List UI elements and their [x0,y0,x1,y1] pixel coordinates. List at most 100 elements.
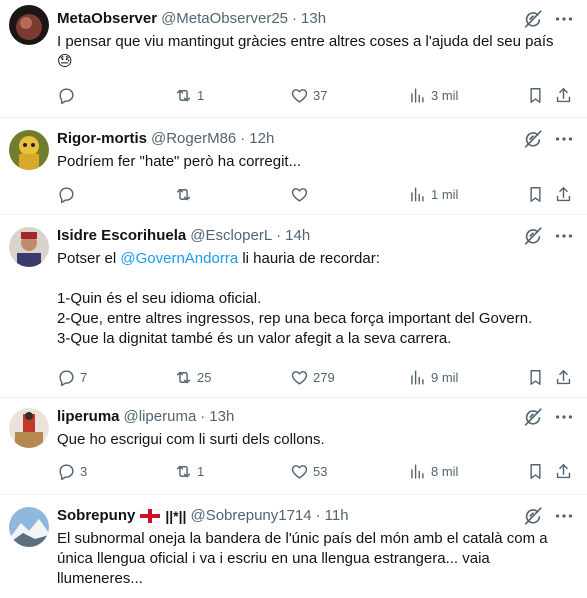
author-name[interactable]: Sobrepuny [57,505,135,527]
like-icon [290,462,309,481]
more-icon[interactable] [553,128,575,150]
share-icon [554,86,573,105]
grok-icon[interactable] [522,8,544,30]
avatar[interactable] [9,408,49,448]
tweet-text: Potser el @GovernAndorra li hauria de re… [57,250,533,347]
views-button[interactable]: 9 mil [408,367,458,387]
reply-icon [57,86,76,105]
share-icon [554,368,573,387]
views-icon [408,368,427,387]
views-icon [408,462,427,481]
separator: · [240,130,246,147]
england-flag-icon [140,509,161,523]
views-button[interactable]: 8 mil [408,461,458,481]
views-icon [408,185,427,204]
tweet-header: Sobrepuny ||*|| @Sobrepuny1714 · 11h [57,505,575,527]
repost-icon [174,368,193,387]
grok-icon[interactable] [522,406,544,428]
bookmark-button[interactable] [526,184,545,204]
repost-button[interactable]: 1 [174,85,204,105]
avatar[interactable] [9,227,49,267]
separator: · [292,10,298,27]
emoji: 😓 [57,53,73,70]
avatar[interactable] [9,130,49,170]
grok-icon[interactable] [522,505,544,527]
repost-button[interactable]: 1 [174,461,204,481]
share-button[interactable] [554,367,573,387]
timestamp[interactable]: 13h [301,8,326,30]
bookmark-icon [526,462,545,481]
author-handle[interactable]: @EscloperL [190,225,272,247]
repost-button[interactable] [174,184,197,204]
avatar[interactable] [9,507,49,547]
tweet[interactable]: Rigor-mortis @RogerM86 · 12h Podríem fer… [0,118,587,215]
reply-button[interactable] [57,184,80,204]
like-button[interactable]: 53 [290,461,327,481]
author-handle[interactable]: @Sobrepuny1714 [190,505,311,527]
name-suffix: ||*|| [165,508,187,524]
repost-button[interactable]: 25 [174,367,211,387]
bookmark-icon [526,368,545,387]
tweet-header: Isidre Escorihuela @EscloperL · 14h [57,225,575,247]
timestamp[interactable]: 11h [325,505,349,527]
tweet[interactable]: liperuma @liperuma · 13h Que ho escrigui… [0,398,587,495]
mention-link[interactable]: @GovernAndorra [120,250,238,267]
repost-icon [174,185,193,204]
reply-icon [57,185,76,204]
separator: · [200,408,206,425]
grok-icon[interactable] [522,225,544,247]
author-handle[interactable]: @MetaObserver25 [161,8,288,30]
more-icon[interactable] [553,8,575,30]
tweet-text: Que ho escrigui com li surti dels collon… [57,431,325,448]
separator: · [315,507,321,524]
reply-button[interactable] [57,85,80,105]
author-name[interactable]: MetaObserver [57,8,157,30]
tweet-header: Rigor-mortis @RogerM86 · 12h [57,128,575,150]
tweet-text: I pensar que viu mantingut gràcies entre… [57,33,554,70]
like-button[interactable] [290,184,313,204]
timestamp[interactable]: 12h [249,128,274,150]
views-button[interactable]: 3 mil [408,85,458,105]
like-icon [290,86,309,105]
reply-button[interactable]: 7 [57,367,87,387]
views-icon [408,86,427,105]
author-name[interactable]: Rigor-mortis [57,128,147,150]
author-handle[interactable]: @liperuma [124,406,197,428]
share-button[interactable] [554,184,573,204]
tweet-header: liperuma @liperuma · 13h [57,406,575,428]
separator: · [276,227,282,244]
share-icon [554,462,573,481]
like-icon [290,368,309,387]
reply-icon [57,368,76,387]
author-handle[interactable]: @RogerM86 [151,128,236,150]
timestamp[interactable]: 14h [285,225,310,247]
bookmark-icon [526,86,545,105]
tweet[interactable]: Isidre Escorihuela @EscloperL · 14h Pots… [0,215,587,398]
tweet[interactable]: Sobrepuny ||*|| @Sobrepuny1714 · 11h El … [0,495,587,598]
tweet[interactable]: MetaObserver @MetaObserver25 · 13h I pen… [0,0,587,118]
avatar[interactable] [9,5,49,45]
grok-icon[interactable] [522,128,544,150]
like-button[interactable]: 279 [290,367,335,387]
bookmark-button[interactable] [526,461,545,481]
more-icon[interactable] [553,505,575,527]
share-icon [554,185,573,204]
bookmark-button[interactable] [526,85,545,105]
share-button[interactable] [554,85,573,105]
more-icon[interactable] [553,225,575,247]
timestamp[interactable]: 13h [209,406,234,428]
author-name[interactable]: Isidre Escorihuela [57,225,186,247]
repost-icon [174,462,193,481]
tweet-text: Podríem fer "hate" però ha corregit... [57,153,302,170]
reply-button[interactable]: 3 [57,461,87,481]
repost-icon [174,86,193,105]
author-name[interactable]: liperuma [57,406,120,428]
bookmark-icon [526,185,545,204]
bookmark-button[interactable] [526,367,545,387]
more-icon[interactable] [553,406,575,428]
reply-icon [57,462,76,481]
tweet-text: El subnormal oneja la bandera de l'únic … [57,530,552,587]
views-button[interactable]: 1 mil [408,184,458,204]
share-button[interactable] [554,461,573,481]
like-button[interactable]: 37 [290,85,327,105]
